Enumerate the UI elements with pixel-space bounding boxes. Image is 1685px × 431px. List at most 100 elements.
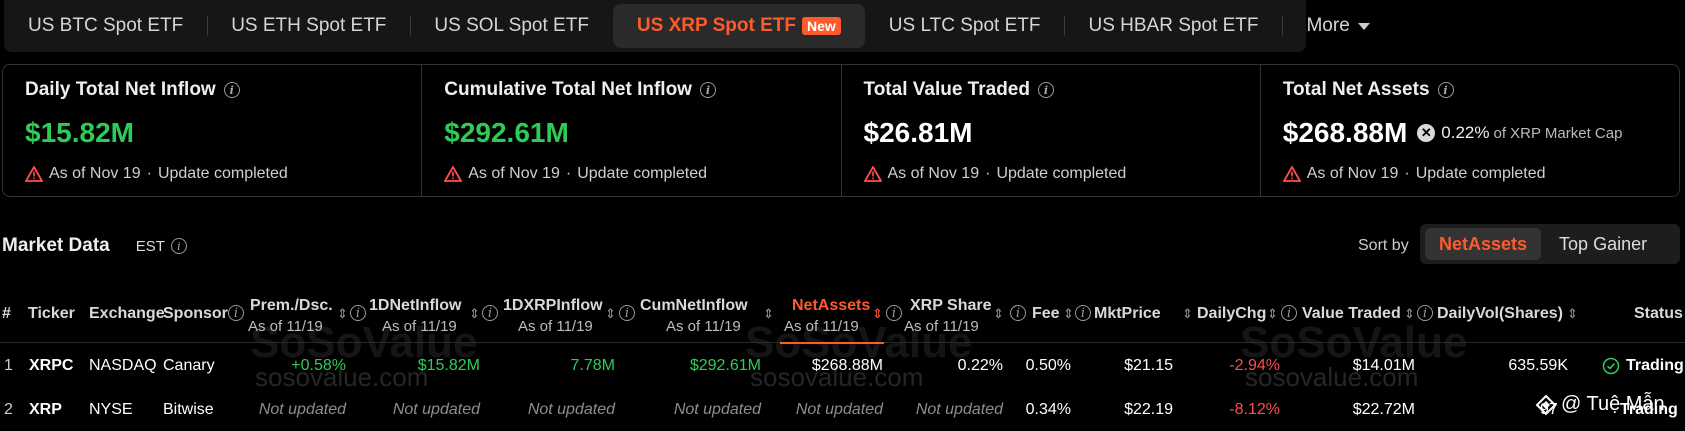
exchange: NASDAQ xyxy=(89,357,157,374)
col-status: Status xyxy=(1634,305,1683,322)
ticker-link[interactable]: XRPC xyxy=(29,357,73,375)
xrp-logo-icon: ✕ xyxy=(1417,124,1436,142)
value-traded-value: $22.72M xyxy=(1352,401,1415,418)
sort-icon[interactable]: ⇕ xyxy=(1567,306,1578,322)
col-daily-volume[interactable]: DailyVol(Shares) xyxy=(1437,305,1563,323)
warning-icon xyxy=(1282,166,1301,182)
fee-value: 0.34% xyxy=(1025,401,1071,418)
sort-net-assets-button[interactable]: NetAssets xyxy=(1425,228,1542,260)
info-icon[interactable]: i xyxy=(1010,305,1026,321)
sort-icon[interactable]: ⇕ xyxy=(1404,306,1415,322)
info-icon[interactable]: i xyxy=(1075,305,1091,321)
col-subtitle: As of 11/19 xyxy=(784,318,859,335)
1d-xrp-inflow-value: Not updated xyxy=(527,401,615,418)
sort-icon[interactable]: ⇕ xyxy=(763,306,774,322)
sort-icon[interactable]: ⇕ xyxy=(469,306,480,322)
sort-icon[interactable]: ⇕ xyxy=(1063,306,1074,322)
xrp-share-value: Not updated xyxy=(915,401,1003,418)
tab-sol-etf[interactable]: US SOL Spot ETF xyxy=(410,4,613,48)
tab-btc-etf[interactable]: US BTC Spot ETF xyxy=(4,4,207,48)
more-dropdown[interactable]: More xyxy=(1282,4,1393,48)
sort-icon[interactable]: ⇕ xyxy=(337,306,348,322)
col-xrp-share[interactable]: XRP Share xyxy=(910,297,992,315)
daily-change-value: -8.12% xyxy=(1229,401,1280,418)
col-net-assets[interactable]: NetAssets xyxy=(792,297,870,315)
card-title: Cumulative Total Net Inflow xyxy=(444,79,692,100)
sort-icon[interactable]: ⇕ xyxy=(605,306,616,322)
col-premium[interactable]: Prem./Dsc. xyxy=(250,297,333,315)
new-badge: New xyxy=(801,17,841,35)
status-text: Trading xyxy=(1626,357,1684,374)
market-cap-label: of XRP Market Cap xyxy=(1493,124,1623,142)
diamond-logo-icon xyxy=(1535,394,1557,415)
update-status: Update completed xyxy=(157,165,288,182)
1d-net-inflow-value: Not updated xyxy=(392,401,480,418)
card-value: $15.82M xyxy=(25,117,134,148)
daily-net-inflow-card: Daily Total Net Inflow i $15.82M As of No… xyxy=(3,65,421,196)
sort-by-label: Sort by xyxy=(1358,237,1409,254)
ticker-link[interactable]: XRP xyxy=(29,401,62,419)
warning-icon xyxy=(25,166,43,182)
as-of-date: As of Nov 19 xyxy=(468,165,560,182)
card-value: $268.88M xyxy=(1282,117,1408,148)
card-value: $26.81M xyxy=(863,117,973,148)
row-index: 2 xyxy=(4,401,13,418)
total-value-traded-card: Total Value Traded i $26.81M As of Nov 19… xyxy=(840,65,1260,196)
premium-value: Not updated xyxy=(258,401,346,418)
separator: · xyxy=(985,165,991,182)
timezone-selector[interactable]: EST i xyxy=(136,238,187,255)
more-label: More xyxy=(1306,15,1350,36)
tab-label: US BTC Spot ETF xyxy=(28,15,184,36)
col-market-price[interactable]: MktPrice xyxy=(1094,305,1161,323)
sort-icon[interactable]: ⇕ xyxy=(993,306,1004,322)
tab-ltc-etf[interactable]: US LTC Spot ETF xyxy=(865,4,1065,48)
col-1d-xrp-inflow[interactable]: 1DXRPInflow xyxy=(503,297,603,315)
info-icon[interactable]: i xyxy=(619,305,635,321)
info-icon[interactable]: i xyxy=(482,305,498,321)
status-badge: Trading xyxy=(1602,357,1684,375)
market-price-value: $21.15 xyxy=(1124,357,1173,374)
sort-icon[interactable]: ⇕ xyxy=(1267,306,1278,322)
col-daily-change[interactable]: DailyChg xyxy=(1197,305,1266,323)
info-icon[interactable]: i xyxy=(1437,82,1454,98)
col-value-traded[interactable]: Value Traded xyxy=(1302,305,1401,323)
net-assets-value: $268.88M xyxy=(811,357,883,374)
info-icon[interactable]: i xyxy=(886,305,902,321)
as-of-date: As of Nov 19 xyxy=(1306,165,1399,182)
update-status: Update completed xyxy=(577,165,708,182)
info-icon[interactable]: i xyxy=(223,82,240,98)
info-icon[interactable]: i xyxy=(1037,82,1054,98)
col-1d-net-inflow[interactable]: 1DNetInflow xyxy=(369,297,461,315)
separator: · xyxy=(146,165,152,182)
sort-toggle: NetAssets Top Gainer xyxy=(1420,224,1680,264)
card-title: Total Net Assets xyxy=(1282,79,1430,100)
col-fee[interactable]: Fee xyxy=(1032,305,1060,323)
warning-icon xyxy=(863,166,882,182)
fee-value: 0.50% xyxy=(1025,357,1071,374)
info-icon[interactable]: i xyxy=(350,305,366,321)
info-icon[interactable]: i xyxy=(699,82,716,98)
row-index: 1 xyxy=(4,357,13,374)
daily-volume-value: 635.59K xyxy=(1508,357,1568,374)
separator: · xyxy=(565,165,572,182)
info-icon[interactable]: i xyxy=(1281,305,1297,321)
col-cum-net-inflow[interactable]: CumNetInflow xyxy=(640,297,748,315)
sort-top-gainer-button[interactable]: Top Gainer xyxy=(1545,228,1661,260)
tab-hbar-etf[interactable]: US HBAR Spot ETF xyxy=(1064,4,1282,48)
sort-icon[interactable]: ⇕ xyxy=(872,306,883,322)
premium-value: +0.58% xyxy=(291,357,346,374)
info-icon[interactable]: i xyxy=(170,238,187,254)
check-circle-icon xyxy=(1602,357,1620,375)
tab-eth-etf[interactable]: US ETH Spot ETF xyxy=(207,4,410,48)
cumulative-net-inflow-card: Cumulative Total Net Inflow i $292.61M As… xyxy=(421,65,840,196)
1d-xrp-inflow-value: 7.78M xyxy=(570,357,615,374)
sort-icon[interactable]: ⇕ xyxy=(1182,306,1193,322)
card-title: Total Value Traded xyxy=(863,79,1030,100)
info-icon[interactable]: i xyxy=(1417,305,1433,321)
warning-icon xyxy=(444,166,463,182)
sponsor: Canary xyxy=(163,357,215,374)
cum-net-inflow-value: $292.61M xyxy=(689,357,761,374)
info-icon[interactable]: i xyxy=(228,305,244,321)
tab-xrp-etf[interactable]: US XRP Spot ETF New xyxy=(612,4,865,48)
summary-cards: Daily Total Net Inflow i $15.82M As of No… xyxy=(2,64,1680,197)
